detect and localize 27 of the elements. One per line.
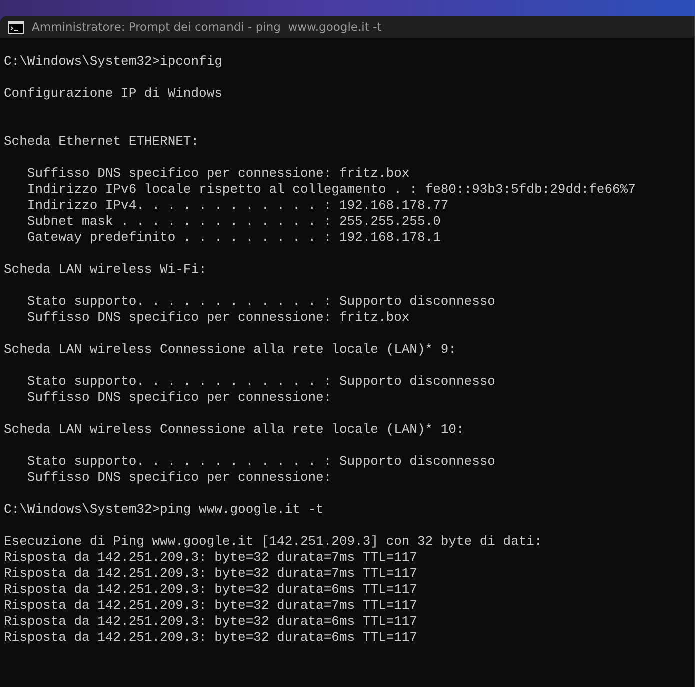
output-line: Suffisso DNS specifico per connessione: fritz.box xyxy=(26,166,411,182)
output-line: Scheda LAN wireless Wi-Fi: xyxy=(4,262,208,278)
output-line: Stato supporto. . . . . . . . . . . . : Supporto disconnesso xyxy=(26,374,496,390)
window-title: Amministratore: Prompt dei comandi - ping www.google.it -t xyxy=(32,20,382,34)
output-line: Indirizzo IPv6 locale rispetto al collegamento . : fe80::93b3:5fdb:29dd:fe66%7 xyxy=(26,182,637,198)
output-line: Scheda LAN wireless Connessione alla rete locale (LAN)* 9: xyxy=(4,342,458,358)
output-line: Suffisso DNS specifico per connessione: xyxy=(26,390,333,406)
output-line: Suffisso DNS specifico per connessione: xyxy=(26,470,333,486)
output-line: Scheda Ethernet ETHERNET: xyxy=(4,134,200,150)
command-line: C:\Windows\System32>ipconfig xyxy=(4,54,224,70)
output-line: Subnet mask . . . . . . . . . . . . . : 255.255.255.0 xyxy=(26,214,442,230)
output-line: Risposta da 142.251.209.3: byte=32 durata=7ms TTL=117 xyxy=(4,566,418,582)
output-line: Indirizzo IPv4. . . . . . . . . . . . : 192.168.178.77 xyxy=(26,198,450,214)
output-line: Scheda LAN wireless Connessione alla rete locale (LAN)* 10: xyxy=(4,422,466,438)
command-line: C:\Windows\System32>ping www.google.it -t xyxy=(4,502,325,518)
output-line: Gateway predefinito . . . . . . . . . : 192.168.178.1 xyxy=(26,230,442,246)
output-line: Risposta da 142.251.209.3: byte=32 durata=7ms TTL=117 xyxy=(4,550,418,566)
output-line: Stato supporto. . . . . . . . . . . . : Supporto disconnesso xyxy=(26,454,496,470)
output-line: Risposta da 142.251.209.3: byte=32 durata=6ms TTL=117 xyxy=(4,582,418,598)
output-line: Risposta da 142.251.209.3: byte=32 durata=7ms TTL=117 xyxy=(4,598,418,614)
terminal-icon xyxy=(8,20,24,34)
output-line: Risposta da 142.251.209.3: byte=32 durata=6ms TTL=117 xyxy=(4,614,418,630)
output-line: Stato supporto. . . . . . . . . . . . : Supporto disconnesso xyxy=(26,294,496,310)
output-line: Risposta da 142.251.209.3: byte=32 durata=6ms TTL=117 xyxy=(4,630,418,646)
output-line: Suffisso DNS specifico per connessione: fritz.box xyxy=(26,310,411,326)
output-line: Configurazione IP di Windows xyxy=(4,86,224,102)
output-line: Esecuzione di Ping www.google.it [142.251.209.3] con 32 byte di dati: xyxy=(4,534,544,550)
